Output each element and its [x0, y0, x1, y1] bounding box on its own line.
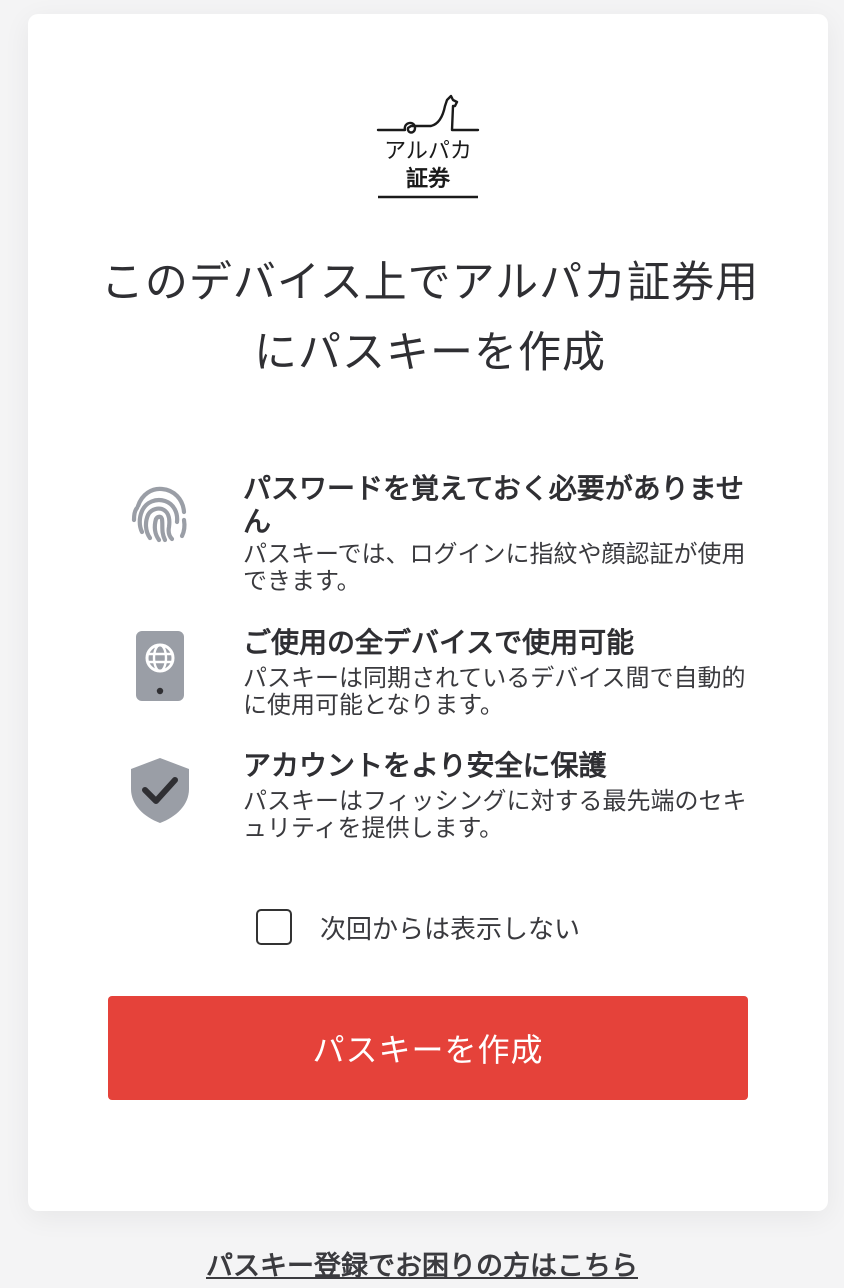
- dont-show-again-checkbox[interactable]: [256, 909, 292, 945]
- dont-show-again-row[interactable]: 次回からは表示しない: [256, 907, 580, 947]
- device-sync-icon: [124, 630, 196, 702]
- logo-text-line1: アルパカ: [384, 139, 472, 164]
- feature-title: パスワードを覚えておく必要がありません: [243, 472, 744, 538]
- feature-description: パスキーは同期されているデバイス間で自動的に使用可能となります。: [243, 664, 746, 719]
- alpaca-logo: アルパカ 証券: [375, 92, 481, 202]
- page-title: このデバイス上でアルパカ証券用にパスキーを作成: [100, 258, 760, 378]
- shield-check-icon: [124, 754, 196, 826]
- feature-description: パスキーはフィッシングに対する最先端のセキュリティを提供します。: [243, 787, 747, 842]
- feature-description: パスキーでは、ログインに指紋や顔認証が使用できます。: [243, 540, 746, 595]
- logo-text-line2: 証券: [406, 166, 451, 192]
- dont-show-again-label[interactable]: 次回からは表示しない: [320, 909, 580, 946]
- feature-title: アカウントをより安全に保護: [243, 749, 607, 782]
- create-passkey-button[interactable]: パスキーを作成: [108, 996, 748, 1100]
- passkey-help-link[interactable]: パスキー登録でお困りの方はこちら: [0, 1244, 844, 1283]
- fingerprint-icon: [124, 478, 196, 550]
- feature-title: ご使用の全デバイスで使用可能: [243, 626, 635, 659]
